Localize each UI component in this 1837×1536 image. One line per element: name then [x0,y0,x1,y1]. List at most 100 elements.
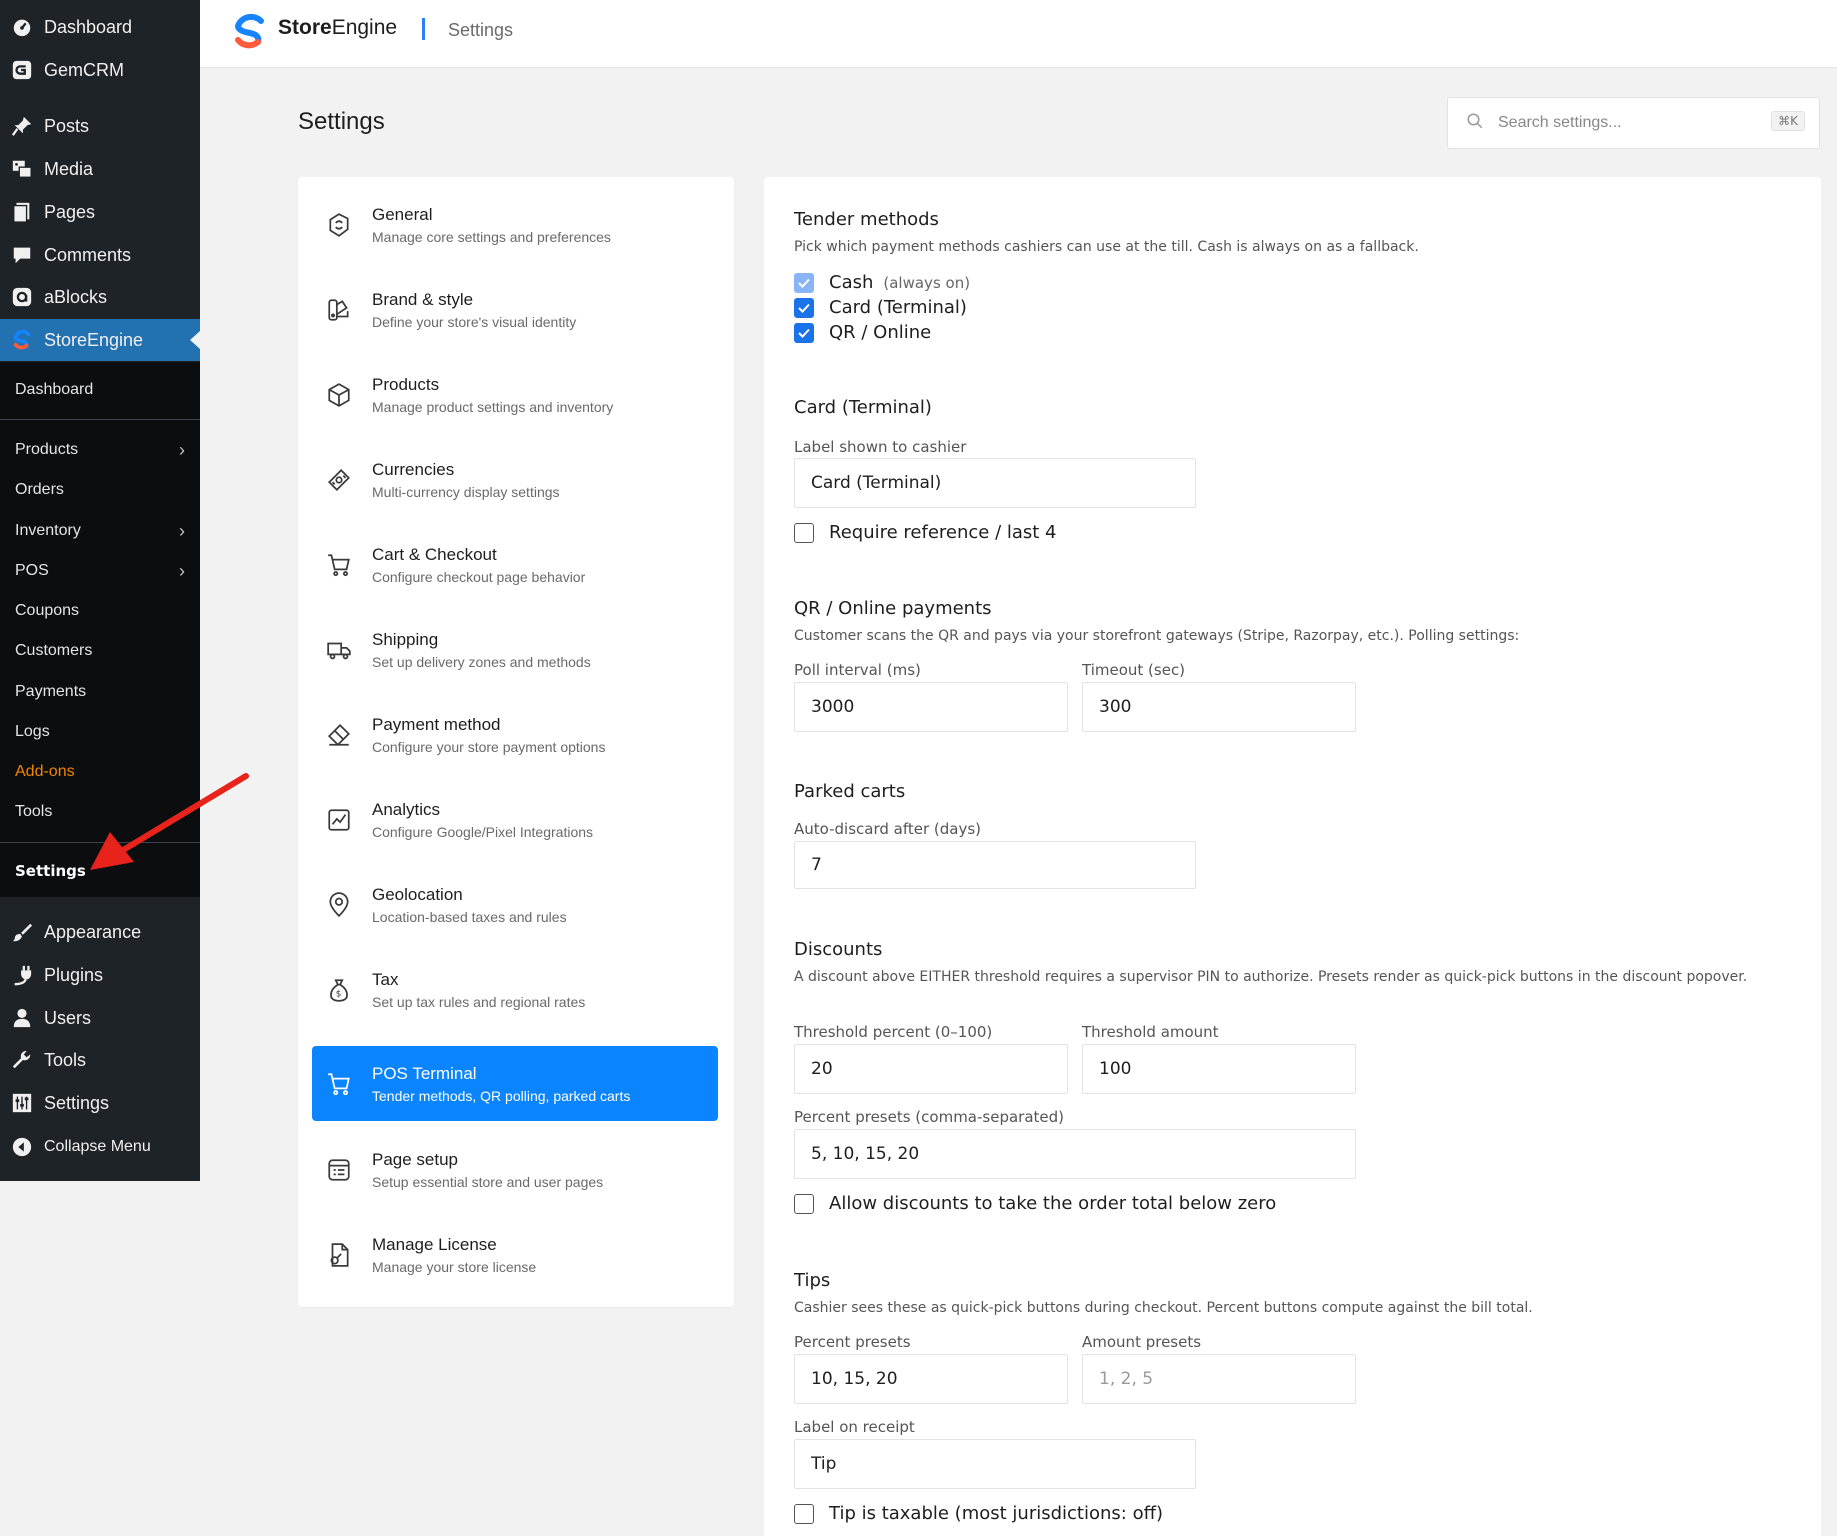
settings-nav-geolocation[interactable]: Geolocation Location-based taxes and rule… [312,867,718,942]
settings-nav-page-setup[interactable]: Page setup Setup essential store and user… [312,1132,718,1207]
wp-menu-plugins[interactable]: Plugins [0,954,200,996]
field-label-threshold-percent: Threshold percent (0–100) [794,1023,993,1041]
tip-percent-presets-input[interactable] [794,1354,1068,1404]
poll-interval-input[interactable] [794,682,1068,732]
threshold-amount-input[interactable] [1082,1044,1356,1094]
wp-menu-users[interactable]: Users [0,997,200,1039]
submenu-customers[interactable]: Customers [15,639,185,663]
tip-amount-presets-input[interactable] [1082,1354,1356,1404]
checkbox-require-reference[interactable] [794,522,814,543]
nav-title: Page setup [372,1149,459,1169]
nav-title: Currencies [372,459,455,479]
checkbox-allow-below-zero[interactable] [794,1193,814,1214]
allow-below-zero-row[interactable]: Allow discounts to take the order total … [794,1193,1276,1214]
card-label-input[interactable] [794,458,1196,508]
wp-menu-pages[interactable]: Pages [0,191,200,233]
discount-presets-input[interactable] [794,1129,1356,1179]
section-title-discounts: Discounts [794,939,883,960]
submenu-payments[interactable]: Payments [15,680,185,704]
users-icon [10,1006,34,1030]
submenu-coupons[interactable]: Coupons [15,599,185,623]
tip-taxable-row[interactable]: Tip is taxable (most jurisdictions: off) [794,1503,1163,1524]
checkmark-icon [798,303,810,313]
checkbox-card-terminal[interactable] [794,297,814,318]
section-desc-tender: Pick which payment methods cashiers can … [794,239,1419,255]
wp-menu-media[interactable]: Media [0,148,200,190]
require-reference-row[interactable]: Require reference / last 4 [794,522,1057,543]
settings-nav-manage-license[interactable]: Manage License Manage your store license [312,1217,718,1292]
settings-nav-general[interactable]: General Manage core settings and preferen… [312,187,718,262]
wp-menu-posts[interactable]: Posts [0,105,200,147]
search-icon [1466,112,1486,134]
keyboard-shortcut-badge: ⌘K [1771,111,1805,131]
checkbox-qr-online[interactable] [794,322,814,343]
wp-menu-label: Settings [44,1092,110,1113]
nav-description: Setup essential store and user pages [372,1173,604,1190]
nav-title: Manage License [372,1234,497,1254]
collapse-icon [10,1135,34,1159]
submenu-orders[interactable]: Orders [15,478,185,502]
tender-option-qr[interactable]: QR / Online [794,322,931,343]
checkbox-cash[interactable] [794,272,814,293]
auto-discard-input[interactable] [794,841,1196,889]
pages-icon [10,200,34,224]
settings-nav-shipping[interactable]: Shipping Set up delivery zones and method… [312,612,718,687]
wp-menu-label: Collapse Menu [44,1138,151,1155]
red-pointer-arrow [90,773,249,870]
threshold-percent-input[interactable] [794,1044,1068,1094]
dashboard-icon [10,15,34,39]
tip-receipt-label-input[interactable] [794,1439,1196,1489]
wp-menu-label: Pages [44,201,96,222]
cart-icon [324,550,354,580]
submenu-dashboard[interactable]: Dashboard [15,378,185,402]
wp-menu-settings[interactable]: Settings [0,1082,200,1124]
submenu-inventory[interactable]: Inventory › [15,519,185,543]
submenu-pos[interactable]: POS › [15,559,185,583]
wp-menu-appearance[interactable]: Appearance [0,911,200,953]
wp-menu-collapse[interactable]: Collapse Menu [0,1126,200,1168]
settings-nav-cart-checkout[interactable]: Cart & Checkout Configure checkout page b… [312,527,718,602]
search-input[interactable] [1498,114,1758,132]
nav-title: POS Terminal [372,1063,477,1083]
header-divider [422,18,425,40]
wp-menu-dashboard[interactable]: Dashboard [0,6,200,48]
storeengine-logo-icon[interactable] [230,12,270,52]
wp-menu-ablocks[interactable]: aBlocks [0,276,200,318]
wp-menu-label: GemCRM [44,59,124,80]
wp-menu-label: Users [44,1007,92,1028]
tender-option-cash[interactable]: Cash (always on) [794,272,970,293]
checkbox-tip-taxable[interactable] [794,1503,814,1524]
field-label-cashier-label: Label shown to cashier [794,438,967,456]
submenu-logs[interactable]: Logs [15,720,185,744]
settings-search[interactable]: ⌘K [1447,97,1820,149]
brand-style-icon [324,295,354,325]
checkbox-label: Card (Terminal) [829,297,967,318]
wp-menu-label: Appearance [44,921,142,942]
page-setup-icon [324,1155,354,1185]
settings-nav-pos-terminal[interactable]: POS Terminal Tender methods, QR polling, … [312,1046,718,1121]
submenu-products[interactable]: Products › [15,438,185,462]
settings-nav-analytics[interactable]: Analytics Configure Google/Pixel Integrat… [312,782,718,857]
wp-menu-comments[interactable]: Comments [0,234,200,276]
location-pin-icon [324,890,354,920]
wp-menu-storeengine[interactable]: StoreEngine [0,319,200,361]
settings-nav-brand-style[interactable]: Brand & style Define your store's visual … [312,272,718,347]
nav-title: Brand & style [372,289,474,309]
wp-menu-gemcrm[interactable]: GemCRM [0,49,200,91]
nav-description: Location-based taxes and rules [372,908,567,925]
settings-nav-payment-method[interactable]: Payment method Configure your store payme… [312,697,718,772]
checkbox-label: Cash [829,272,874,293]
wp-menu-tools[interactable]: Tools [0,1039,200,1081]
brush-icon [10,920,34,944]
tender-option-card[interactable]: Card (Terminal) [794,297,967,318]
nav-description: Tender methods, QR polling, parked carts [372,1087,631,1104]
settings-nav-tax[interactable]: $ Tax Set up tax rules and regional rates [312,952,718,1027]
settings-nav-products[interactable]: Products Manage product settings and inve… [312,357,718,432]
wp-menu-label: StoreEngine [44,329,144,350]
timeout-input[interactable] [1082,682,1356,732]
settings-nav-currencies[interactable]: Currencies Multi-currency display setting… [312,442,718,517]
money-bag-icon: $ [324,975,354,1005]
breadcrumb: Settings [448,20,514,40]
nav-description: Manage product settings and inventory [372,398,614,415]
pos-terminal-settings-panel: Tender methods Pick which payment method… [764,177,1821,1536]
